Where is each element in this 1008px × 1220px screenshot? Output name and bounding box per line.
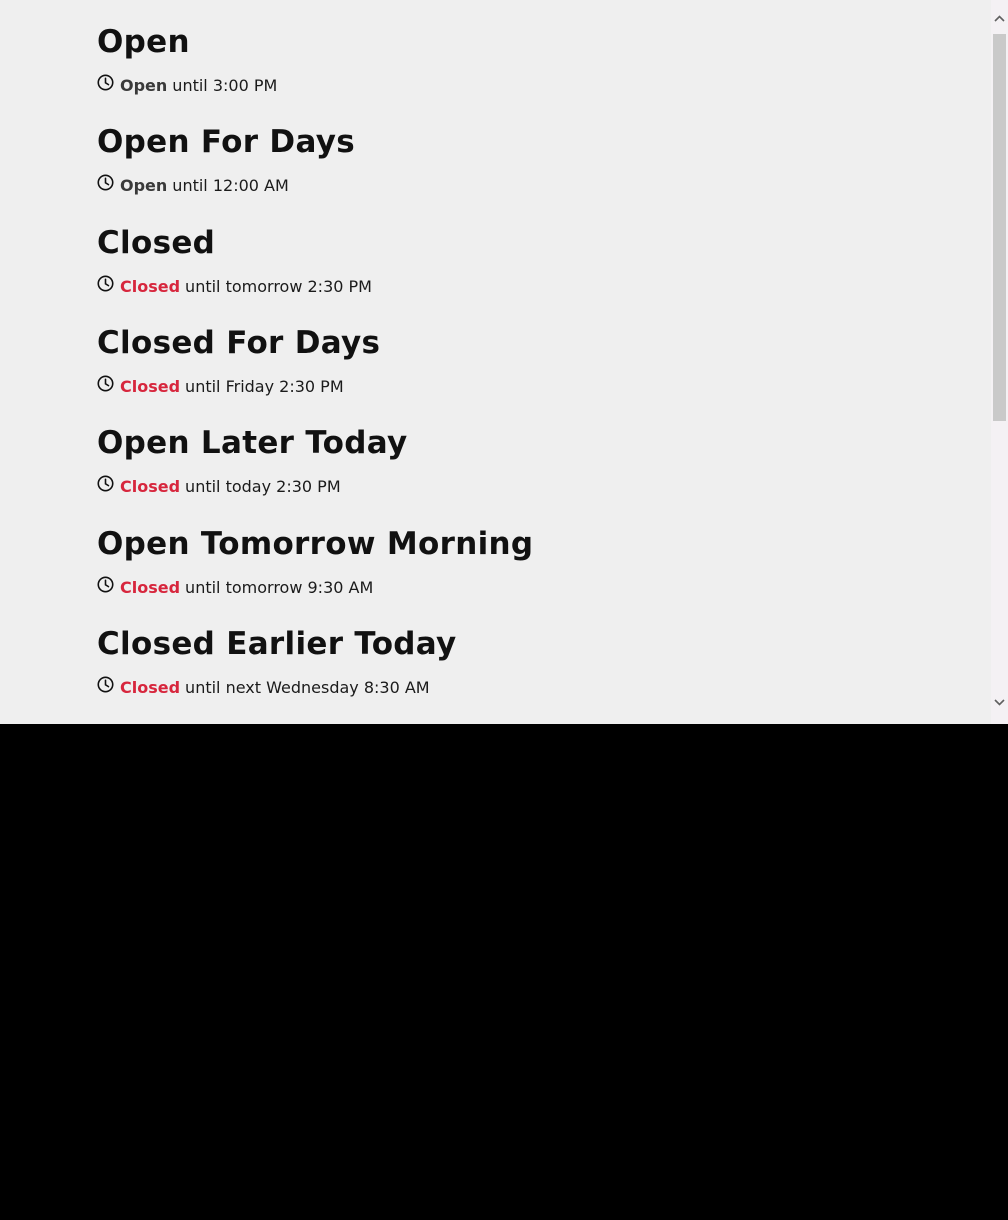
entry-title: Open For Days xyxy=(97,124,355,160)
entry-title: Closed For Days xyxy=(97,325,381,361)
status-line: Closed until tomorrow 2:30 PM xyxy=(97,275,372,297)
status-line: Closed until today 2:30 PM xyxy=(97,475,341,497)
entry-title: Closed xyxy=(97,225,216,261)
status-label: Closed xyxy=(120,276,181,296)
status-detail: until next Wednesday 8:30 AM xyxy=(185,677,430,697)
clock-icon xyxy=(97,676,114,693)
status-line: Closed until tomorrow 9:30 AM xyxy=(97,576,373,598)
chevron-down-icon xyxy=(994,699,1005,706)
clock-icon xyxy=(97,375,114,392)
chevron-up-icon xyxy=(994,15,1005,22)
clock-icon xyxy=(97,576,114,593)
entry-title: Open Later Today xyxy=(97,425,408,461)
status-detail: until 3:00 PM xyxy=(172,75,278,95)
status-line: Closed until Friday 2:30 PM xyxy=(97,375,344,397)
scroll-down-button[interactable] xyxy=(991,694,1008,711)
clock-icon xyxy=(97,275,114,292)
entry-title: Open xyxy=(97,24,190,60)
status-label: Open xyxy=(120,75,168,95)
clock-icon xyxy=(97,174,114,191)
status-detail: until tomorrow 9:30 AM xyxy=(185,577,374,597)
status-line: Closed until next Wednesday 8:30 AM xyxy=(97,676,430,698)
scroll-up-button[interactable] xyxy=(991,10,1008,27)
status-detail: until Friday 2:30 PM xyxy=(185,376,344,396)
vertical-scrollbar[interactable] xyxy=(991,0,1008,724)
status-label: Open xyxy=(120,175,168,195)
status-detail: until tomorrow 2:30 PM xyxy=(185,276,372,296)
status-detail: until today 2:30 PM xyxy=(185,476,341,496)
status-label: Closed xyxy=(120,476,181,496)
status-label: Closed xyxy=(120,577,181,597)
clock-icon xyxy=(97,74,114,91)
status-line: Open until 12:00 AM xyxy=(97,174,289,196)
browser-viewport: Open Open until 3:00 PM Open For Days Op… xyxy=(0,0,1008,724)
status-detail: until 12:00 AM xyxy=(172,175,289,195)
status-label: Closed xyxy=(120,677,181,697)
clock-icon xyxy=(97,475,114,492)
status-line: Open until 3:00 PM xyxy=(97,74,277,96)
status-label: Closed xyxy=(120,376,181,396)
scrollbar-thumb[interactable] xyxy=(993,34,1006,421)
entry-title: Closed Earlier Today xyxy=(97,626,457,662)
entry-title: Open Tomorrow Morning xyxy=(97,526,534,562)
